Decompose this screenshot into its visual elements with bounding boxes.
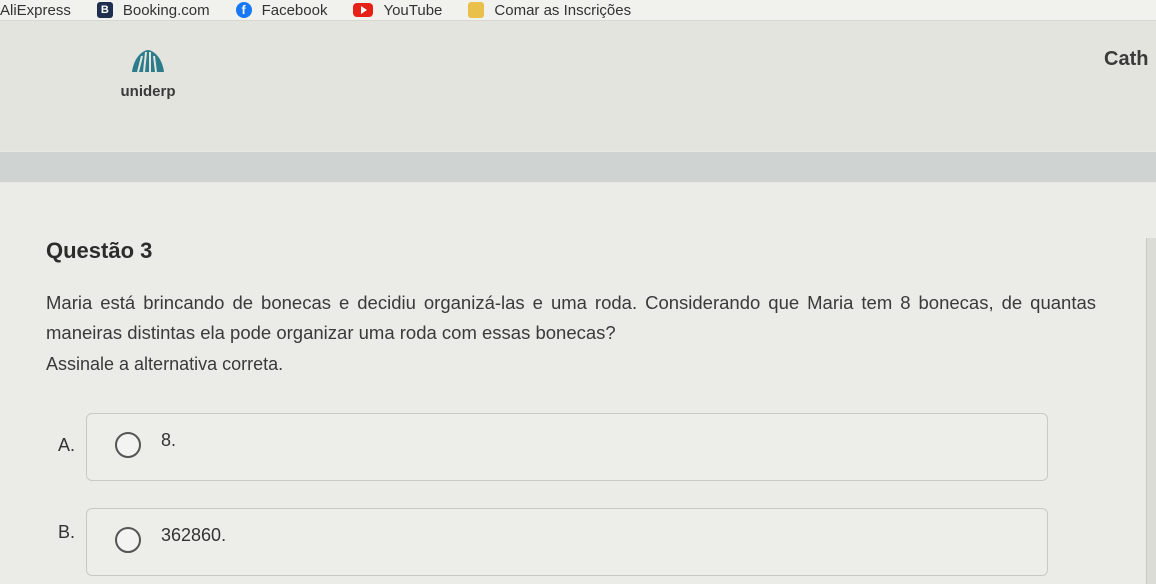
question-text: Maria está brincando de bonecas e decidi…: [46, 292, 1096, 343]
user-name[interactable]: Cath: [1104, 48, 1148, 71]
bookmark-label: Booking.com: [122, 1, 210, 19]
bookmark-label: AliExpress: [0, 1, 71, 19]
option-a-text: 8.: [161, 430, 177, 450]
youtube-icon: [353, 3, 374, 17]
question-instruction: Assinale a alternativa correta.: [46, 354, 284, 374]
logo-mark-icon: [132, 50, 164, 73]
header-divider-bar: [0, 152, 1156, 182]
question-title: Questão 3: [46, 238, 153, 263]
bookmarks-bar: AliExpress B Booking.com f Facebook YouT…: [0, 0, 1156, 21]
option-b-text: 362860.: [161, 525, 227, 545]
option-letter-a: A.: [58, 435, 76, 455]
facebook-icon: f: [235, 2, 252, 18]
sheet-icon: [468, 2, 485, 18]
bookmark-sheet[interactable]: Comar as Inscrições: [468, 0, 631, 20]
bookmark-youtube[interactable]: YouTube: [353, 0, 442, 20]
booking-icon: B: [96, 2, 113, 18]
bookmark-label: YouTube: [383, 1, 443, 19]
logo-text: uniderp: [120, 83, 176, 100]
bookmark-facebook[interactable]: f Facebook: [235, 0, 328, 20]
option-letter-b: B.: [58, 522, 76, 542]
bookmark-aliexpress[interactable]: AliExpress: [0, 0, 71, 20]
option-a[interactable]: 8.: [86, 413, 1048, 481]
side-panel-edge: [1146, 238, 1156, 584]
bookmark-label: Facebook: [261, 1, 328, 19]
bookmark-label: Comar as Inscrições: [494, 1, 632, 19]
radio-circle-icon[interactable]: [115, 527, 141, 553]
option-b[interactable]: 362860.: [86, 508, 1048, 576]
radio-circle-icon[interactable]: [115, 432, 141, 458]
bookmark-booking[interactable]: B Booking.com: [96, 0, 210, 20]
uniderp-logo[interactable]: uniderp: [112, 48, 184, 100]
